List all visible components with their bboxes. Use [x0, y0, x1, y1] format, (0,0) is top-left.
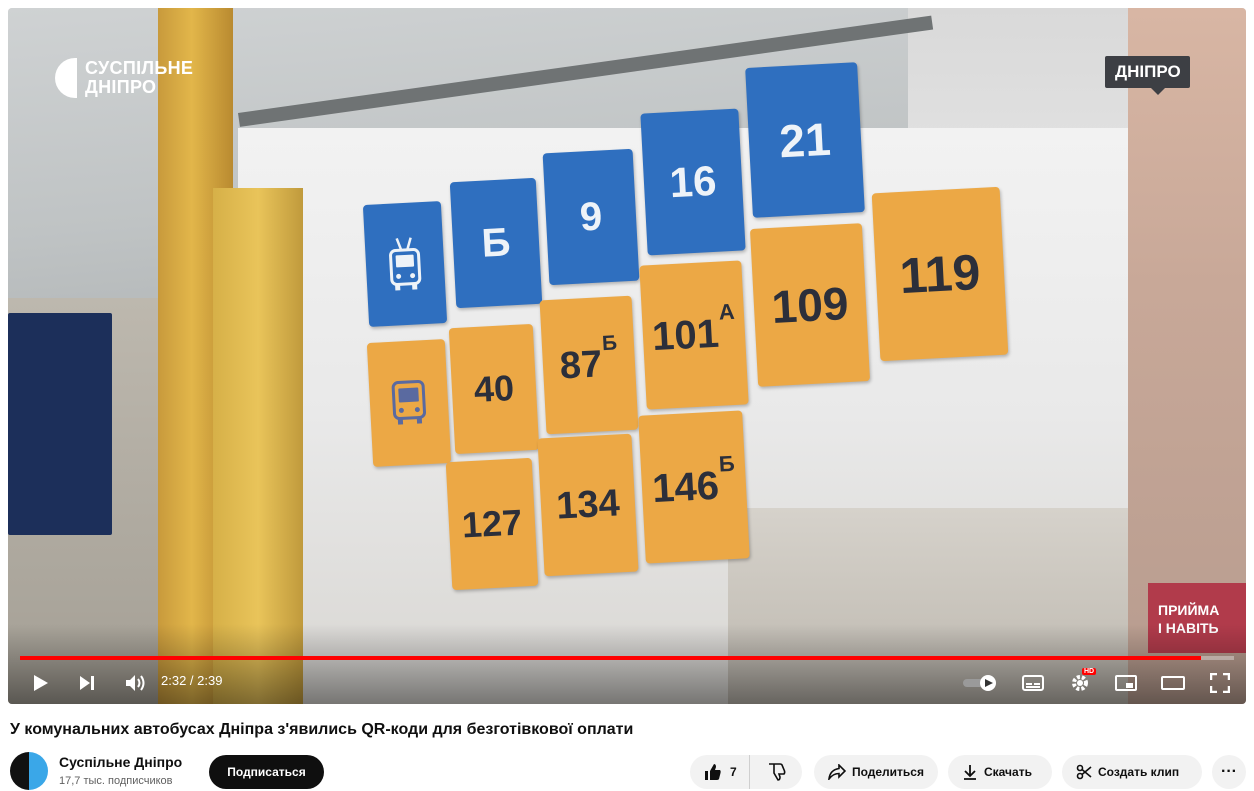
video-player[interactable]: ПРИЙМА І НАВІТЬ Б 9 16 21	[8, 8, 1246, 704]
route-number: 16	[668, 156, 718, 207]
share-label: Поделиться	[851, 765, 924, 779]
download-icon	[964, 765, 976, 780]
route-number: 87Б	[558, 331, 618, 387]
volume-icon	[126, 675, 145, 691]
channel-watermark: СУСПІЛЬНЕ ДНІПРО	[55, 58, 193, 98]
volume-button[interactable]	[124, 672, 148, 694]
subscribe-button[interactable]: Подписаться	[209, 755, 324, 789]
subtitles-icon	[1022, 675, 1044, 691]
brand-logo-icon	[55, 58, 77, 98]
route-tile-trolleybus-3: 16	[640, 108, 746, 256]
time-display: 2:32 / 2:39	[161, 673, 223, 688]
like-count: 7	[730, 765, 737, 779]
route-suffix: А	[718, 298, 736, 325]
route-tile-bus-6: 127	[445, 457, 539, 591]
route-number: 109	[770, 277, 850, 333]
download-button[interactable]: Скачать	[948, 755, 1052, 789]
route-tile-bus-8: 146Б	[638, 410, 750, 564]
share-icon	[828, 764, 846, 780]
route-tile-bus-1: 40	[448, 323, 540, 455]
thumbs-up-icon	[705, 764, 721, 780]
subscriber-count: 17,7 тыс. подписчиков	[59, 775, 173, 787]
play-button[interactable]	[30, 672, 52, 694]
share-button[interactable]: Поделиться	[814, 755, 938, 789]
more-actions-button[interactable]: ···	[1212, 755, 1246, 789]
create-clip-button[interactable]: Создать клип	[1062, 755, 1202, 789]
route-tile-trolleybus-2: 9	[542, 148, 640, 286]
trolleybus-icon	[389, 237, 422, 291]
route-tile-bus-7: 134	[537, 433, 639, 577]
subtitles-button[interactable]	[1020, 672, 1046, 694]
like-button[interactable]: 7	[690, 755, 750, 789]
route-number: 9	[578, 193, 604, 240]
route-number: 127	[460, 501, 524, 546]
route-number: 146Б	[651, 450, 736, 511]
route-tile-bus-4: 109	[749, 223, 871, 387]
miniplayer-button[interactable]	[1114, 672, 1138, 694]
next-button[interactable]	[76, 672, 98, 694]
play-icon	[34, 675, 48, 691]
download-label: Скачать	[984, 765, 1032, 779]
video-scene-dark-panel	[8, 313, 112, 535]
next-icon	[80, 676, 94, 690]
create-clip-label: Создать клип	[1098, 765, 1180, 779]
bus-icon-tile	[366, 339, 452, 467]
route-number: Б	[480, 219, 512, 266]
route-tile-bus-5: 119	[871, 186, 1009, 362]
route-number: 40	[472, 366, 516, 411]
route-tile-trolleybus-4: 21	[745, 62, 865, 218]
thumbs-down-icon	[768, 763, 786, 781]
theater-mode-icon	[1161, 676, 1185, 690]
route-suffix: Б	[601, 331, 618, 356]
bus-icon	[391, 379, 427, 425]
theater-mode-button[interactable]	[1160, 672, 1186, 694]
controls-gradient	[8, 624, 1246, 704]
shop-sign-line-1: ПРИЙМА	[1158, 602, 1220, 618]
dislike-button[interactable]	[756, 755, 786, 789]
settings-icon	[1072, 675, 1088, 691]
route-number: 119	[898, 243, 982, 305]
autoplay-toggle[interactable]	[961, 672, 999, 694]
city-badge: ДНІПРО	[1105, 56, 1190, 95]
settings-hd-badge: HD	[1082, 668, 1097, 675]
autoplay-toggle-icon	[963, 675, 996, 691]
video-title: У комунальних автобусах Дніпра з'явились…	[10, 721, 634, 738]
fullscreen-button[interactable]	[1208, 672, 1232, 694]
route-number: 101А	[651, 298, 736, 359]
miniplayer-icon	[1115, 675, 1137, 691]
fullscreen-icon	[1210, 673, 1230, 693]
route-tile-trolleybus-1: Б	[449, 177, 543, 309]
route-tile-bus-3: 101А	[639, 260, 749, 410]
brand-logo-text: СУСПІЛЬНЕ ДНІПРО	[85, 58, 194, 97]
progress-fill	[20, 656, 1202, 660]
more-dots-icon: ···	[1221, 763, 1237, 780]
route-tile-bus-2: 87Б	[539, 295, 639, 435]
like-dislike-group: 7	[690, 755, 802, 789]
settings-button[interactable]: HD	[1068, 668, 1097, 694]
route-number: 21	[778, 112, 832, 168]
scissors-icon	[1076, 764, 1092, 780]
route-suffix: Б	[718, 450, 736, 477]
route-number: 134	[555, 481, 621, 528]
channel-name[interactable]: Суспільне Дніпро	[59, 754, 182, 770]
progress-bar[interactable]	[20, 656, 1234, 660]
channel-avatar[interactable]	[10, 752, 48, 790]
trolleybus-icon-tile	[362, 201, 448, 327]
